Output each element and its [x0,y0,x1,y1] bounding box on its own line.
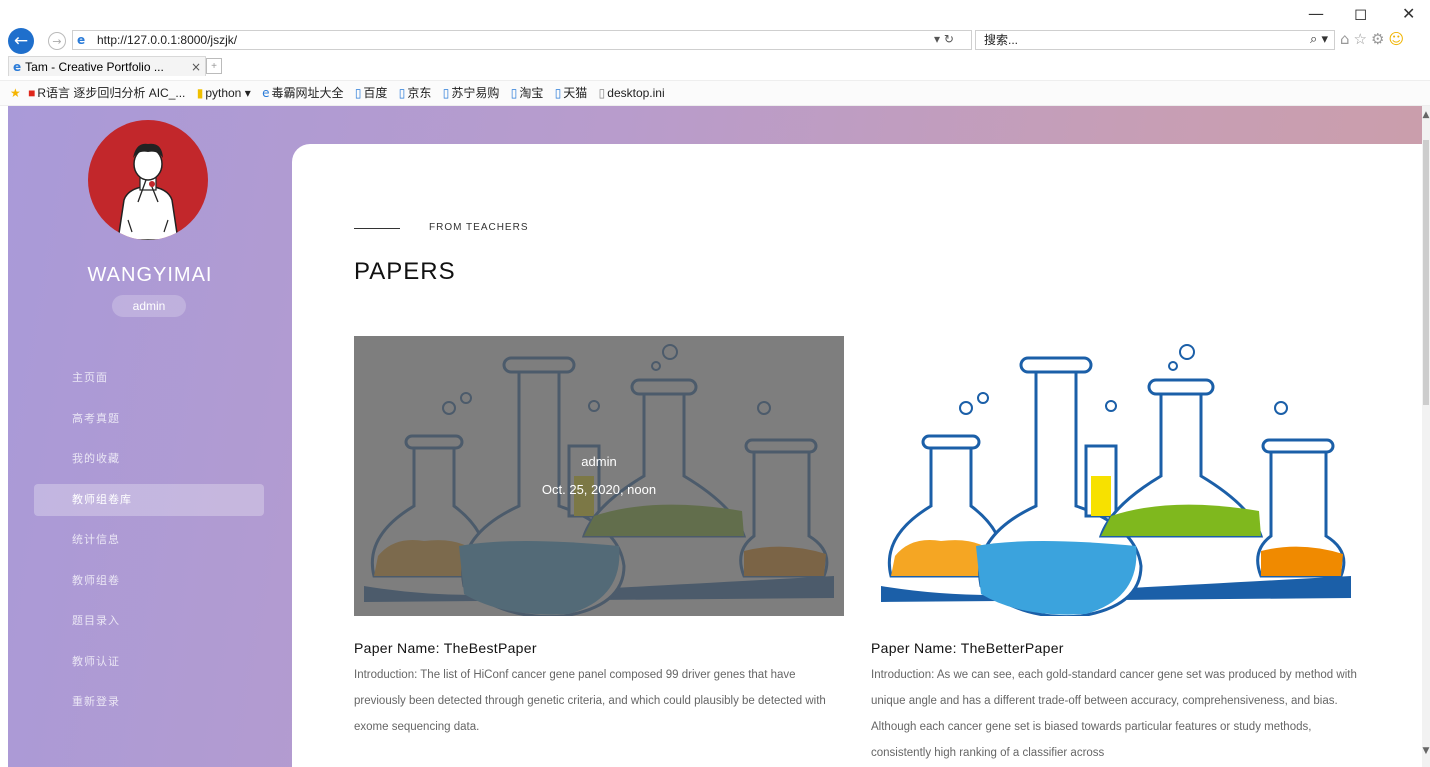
paper-card[interactable]: admin Oct. 25, 2020, noon Paper Name: Th… [354,336,844,740]
search-input[interactable]: 搜索... ⌕ ▾ [975,30,1335,50]
address-bar: ← → e http://127.0.0.1:8000/jszjk/ ▾ ↻ 搜索… [0,28,1430,54]
ie-icon: e [13,60,22,74]
page-icon: ▯ [510,86,518,100]
sidebar-item-compose-paper[interactable]: 教师组卷 [34,565,264,597]
new-tab-icon[interactable]: + [206,58,222,74]
close-window-button[interactable]: ✕ [1402,4,1415,23]
sidebar: WANGYIMAI admin 主页面 高考真题 我的收藏 教师组卷库 统计信息… [8,106,292,767]
fav-item[interactable]: ▯ 淘宝 [511,86,544,100]
sidebar-item-relogin[interactable]: 重新登录 [34,686,264,718]
folder-icon: ▮ [196,86,204,100]
paper-author: admin [581,454,617,469]
username: WANGYIMAI [87,264,213,286]
page-title: PAPERS [354,258,456,285]
sidebar-nav: 主页面 高考真题 我的收藏 教师组卷库 统计信息 教师组卷 题目录入 教师认证 … [34,362,264,727]
sidebar-item-teacher-paper-library[interactable]: 教师组卷库 [34,483,264,516]
favorites-star-icon[interactable]: ☆ [1354,30,1371,48]
home-icon[interactable]: ⌂ [1340,30,1354,48]
fav-item[interactable]: ▯ 京东 [399,86,432,100]
restore-button[interactable]: ◻ [1354,4,1367,23]
page-icon: ▯ [354,86,362,100]
fav-item[interactable]: ▯ 天猫 [555,86,588,100]
paper-date: Oct. 25, 2020, noon [541,482,657,497]
fav-item[interactable]: e 毒霸网址大全 [262,86,343,100]
back-arrow-icon[interactable]: ← [8,28,34,54]
fav-item[interactable]: ■ R语言 逐步回归分析 AIC_... [28,86,185,100]
fav-item[interactable]: ▮ python ▾ [197,86,251,100]
page-icon: ▯ [398,86,406,100]
fav-item[interactable]: ▯ 苏宁易购 [443,86,500,100]
browser-tab[interactable]: e Tam - Creative Portfolio ... × [8,56,206,76]
sidebar-item-home[interactable]: 主页面 [34,362,264,394]
smiley-icon[interactable]: ☺ [1388,30,1408,48]
page-icon: ▯ [442,86,450,100]
toolbar-icons[interactable]: ⌂☆⚙☺ [1340,30,1408,48]
avatar [88,120,208,240]
sidebar-item-exam-questions[interactable]: 高考真题 [34,403,264,435]
sidebar-item-question-entry[interactable]: 题目录入 [34,605,264,637]
page-scrollbar[interactable]: ▲ ▼ [1422,106,1430,767]
paper-name[interactable]: Paper Name: TheBestPaper [354,640,844,656]
red-square-icon: ■ [28,86,36,100]
tab-bar: e Tam - Creative Portfolio ... × + [0,56,1430,78]
sidebar-item-teacher-certification[interactable]: 教师认证 [34,646,264,678]
search-placeholder: 搜索... [984,33,1019,47]
file-icon: ▯ [598,86,606,100]
page-viewport: WANGYIMAI admin 主页面 高考真题 我的收藏 教师组卷库 统计信息… [8,106,1422,767]
scroll-up-icon[interactable]: ▲ [1422,110,1430,120]
kicker-divider [354,228,400,229]
paper-name[interactable]: Paper Name: TheBetterPaper [871,640,1361,656]
tab-title: Tam - Creative Portfolio ... [25,60,164,74]
scroll-down-icon[interactable]: ▼ [1422,746,1430,756]
paper-image[interactable] [871,336,1361,616]
page-icon: ▯ [554,86,562,100]
gear-icon[interactable]: ⚙ [1371,30,1388,48]
minimize-button[interactable]: — [1308,4,1324,23]
fav-item[interactable]: ▯ 百度 [355,86,388,100]
paper-image[interactable]: admin Oct. 25, 2020, noon [354,336,844,616]
favorites-bar: ★ ■ R语言 逐步回归分析 AIC_... ▮ python ▾ e 毒霸网址大全 … [0,80,1430,106]
search-icon[interactable]: ⌕ ▾ [1310,31,1328,49]
paper-card[interactable]: Paper Name: TheBetterPaper Introduction:… [871,336,1361,766]
section-kicker: FROM TEACHERS [429,222,529,233]
sidebar-item-statistics[interactable]: 统计信息 [34,524,264,556]
window-controls: — ◻ ✕ [1300,4,1430,26]
refresh-icon[interactable]: ▾ ↻ [934,32,954,46]
forward-arrow-icon[interactable]: → [48,32,66,50]
close-tab-icon[interactable]: × [191,57,201,77]
hover-overlay [354,336,844,616]
ie-icon: e [77,33,86,47]
fav-item[interactable]: ▯ desktop.ini [599,86,665,100]
url-text: http://127.0.0.1:8000/jszjk/ [97,33,238,47]
avatar-illustration [117,143,179,240]
favorites-star-icon[interactable]: ★ [10,86,21,100]
scrollbar-thumb[interactable] [1423,140,1429,405]
ie-icon: e [262,86,270,100]
role-badge: admin [112,295,186,317]
paper-intro: Introduction: As we can see, each gold-s… [871,669,1357,759]
sidebar-item-favorites[interactable]: 我的收藏 [34,443,264,475]
lab-flasks-illustration [881,344,1351,616]
url-input[interactable]: e http://127.0.0.1:8000/jszjk/ [72,30,972,50]
paper-intro: Introduction: The list of HiConf cancer … [354,669,826,733]
main-content: FROM TEACHERS PAPERS admin Oct. 25, 2020… [292,144,1422,767]
